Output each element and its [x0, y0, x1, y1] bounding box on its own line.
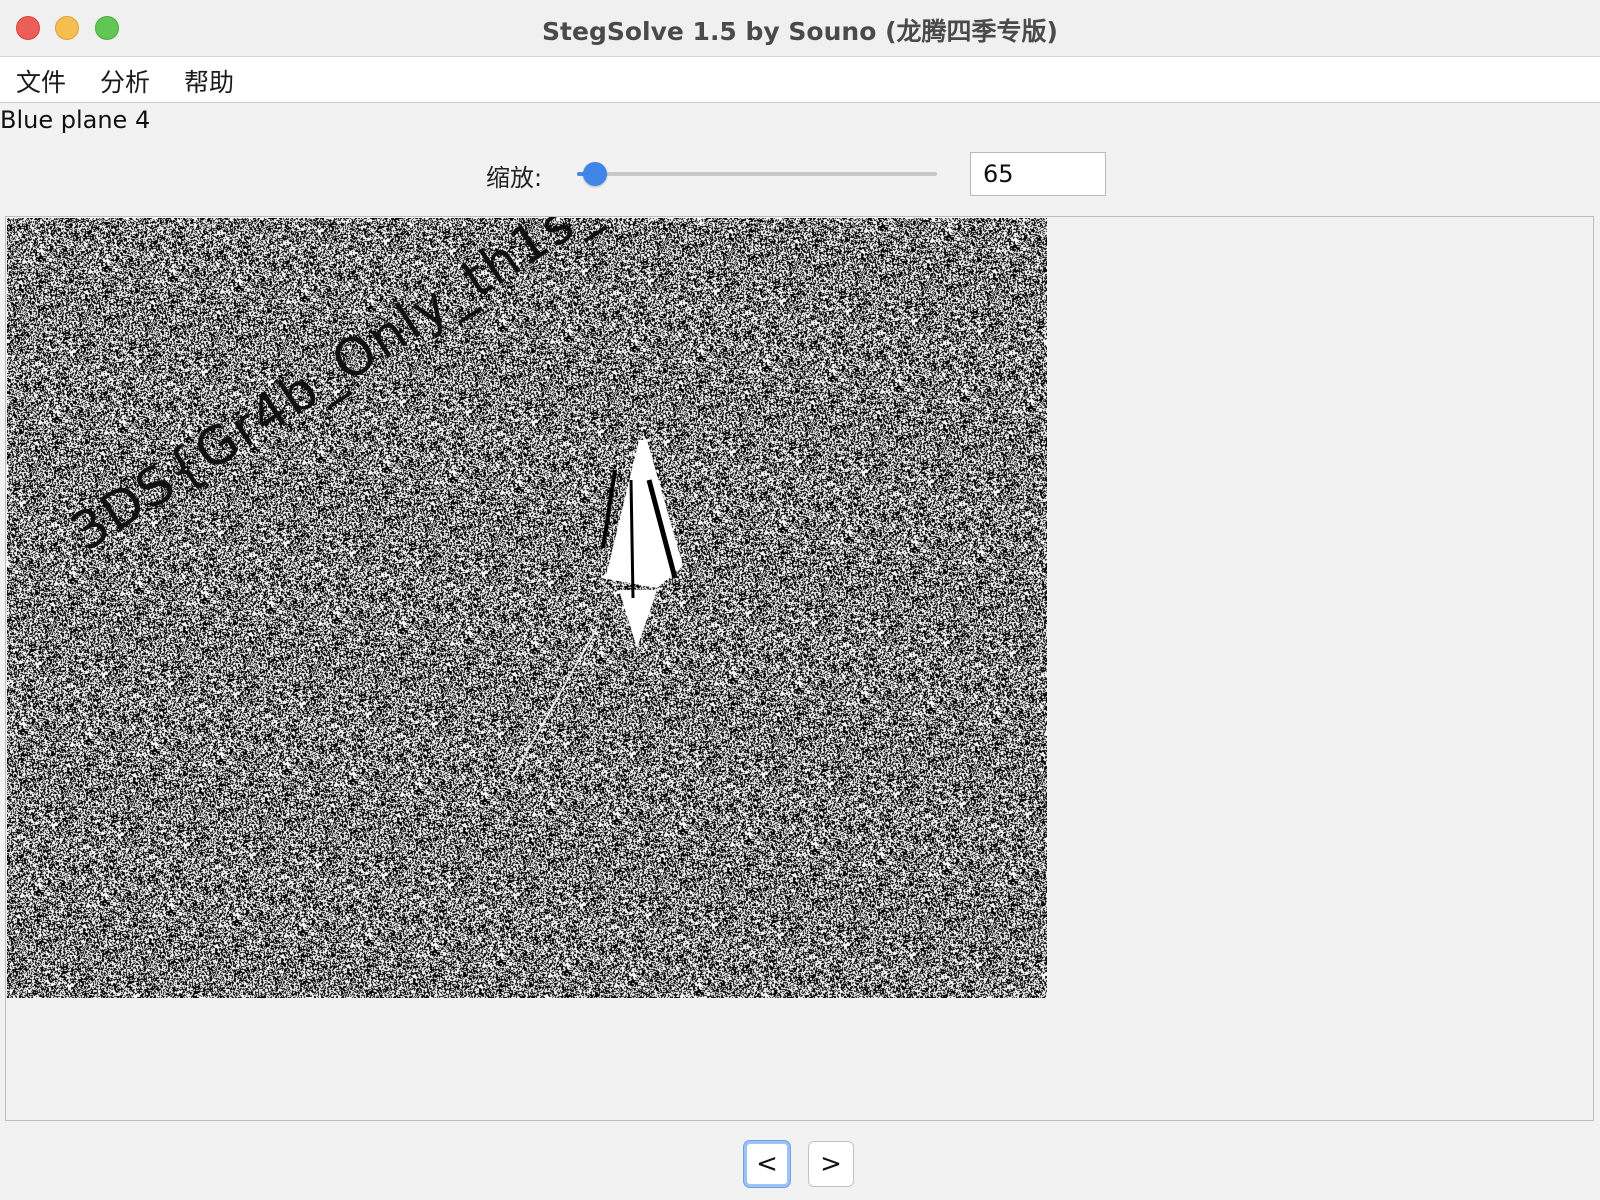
title-bar: StegSolve 1.5 by Souno (龙腾四季专版) [0, 0, 1600, 57]
menu-analyse[interactable]: 分析 [100, 63, 150, 99]
zoom-label: 缩放: [486, 164, 543, 192]
image-viewport[interactable]: 3DS{Gr4b_Only_th1s_B1ts} [5, 216, 1594, 1121]
next-plane-button[interactable]: > [808, 1141, 854, 1187]
zoom-slider[interactable] [577, 160, 937, 188]
window-title: StegSolve 1.5 by Souno (龙腾四季专版) [542, 17, 1058, 46]
menu-bar: 文件 分析 帮助 [0, 57, 1600, 103]
arrow-icon [511, 440, 683, 779]
zoom-value-input[interactable] [970, 152, 1106, 196]
menu-file[interactable]: 文件 [16, 63, 66, 99]
zoom-slider-thumb[interactable] [583, 162, 607, 186]
bit-plane-image: 3DS{Gr4b_Only_th1s_B1ts} [7, 217, 1047, 998]
previous-plane-button[interactable]: < [744, 1141, 790, 1187]
zoom-slider-track [577, 172, 937, 176]
arrow-shape-overlay [511, 440, 683, 779]
plane-label: Blue plane 4 [0, 106, 151, 134]
menu-help[interactable]: 帮助 [184, 63, 234, 99]
